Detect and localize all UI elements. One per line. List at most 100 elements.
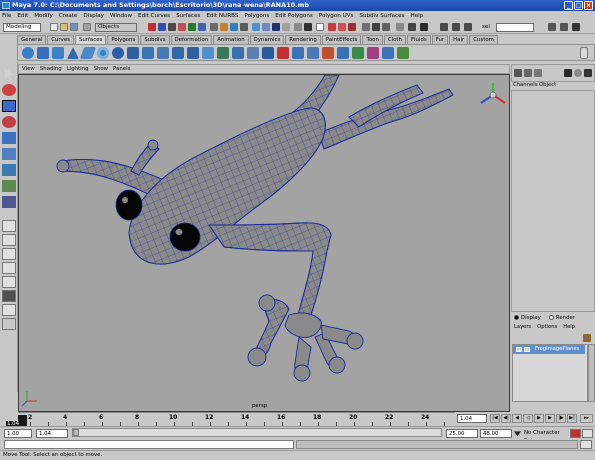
channel-box-icon-4[interactable] [564, 69, 572, 77]
quick-layout-icon-2[interactable] [452, 23, 460, 31]
auto-key-icon[interactable] [570, 429, 581, 438]
menu-subdiv-surfaces[interactable]: Subdiv Surfaces [359, 13, 404, 19]
channel-box-icon-1[interactable] [514, 69, 522, 77]
step-forward-key-button[interactable]: |▶ [556, 414, 566, 423]
move-tool-icon[interactable] [2, 100, 16, 112]
viewport-menu-shading[interactable]: Shading [40, 66, 62, 72]
layer-visibility-toggle[interactable] [516, 347, 522, 352]
menu-create[interactable]: Create [59, 13, 78, 19]
chevron-down-icon[interactable] [514, 431, 521, 437]
shelf-tab-cloth[interactable]: Cloth [383, 35, 406, 44]
quick-layout-icon-1[interactable] [440, 23, 448, 31]
render-radio[interactable] [548, 315, 554, 320]
pick-curves-icon[interactable] [178, 23, 186, 31]
channel-box-icon-5[interactable] [574, 69, 582, 77]
shelf-tab-hair[interactable]: Hair [449, 35, 469, 44]
four-pane-layout-icon[interactable] [2, 234, 16, 246]
attribute-editor-icon[interactable] [396, 23, 404, 31]
view-axis-gizmo[interactable] [480, 83, 506, 104]
channel-box-icon-2[interactable] [524, 69, 532, 77]
tool-settings-icon[interactable] [408, 23, 416, 31]
shelf-tab-curves[interactable]: Curves [47, 35, 74, 44]
untrim-icon[interactable] [307, 47, 319, 59]
render-layout-icon[interactable] [2, 290, 16, 302]
menu-edit-nurbs[interactable]: Edit NURBS [206, 13, 238, 19]
command-input[interactable] [4, 440, 294, 449]
shelf-tab-animation[interactable]: Animation [213, 35, 249, 44]
square-surface-icon[interactable] [232, 47, 244, 59]
layer-list-scrollbar[interactable] [588, 344, 595, 402]
history-icon[interactable] [304, 23, 312, 31]
layer-help-menu[interactable]: Help [563, 324, 575, 330]
rotate-tool-icon[interactable] [2, 116, 16, 128]
snap-grid-icon[interactable] [252, 23, 260, 31]
perspective-viewport[interactable] [18, 74, 510, 412]
channel-box-icon-6[interactable] [584, 69, 592, 77]
outliner-layout-icon[interactable] [2, 248, 16, 260]
shelf-tab-rendering[interactable]: Rendering [285, 35, 321, 44]
menu-polygons[interactable]: Polygons [244, 13, 269, 19]
select-by-hierarchy-icon[interactable] [83, 23, 91, 31]
menu-modify[interactable]: Modify [34, 13, 53, 19]
make-live-icon[interactable] [294, 23, 302, 31]
shelf-tab-subdivs[interactable]: Subdivs [140, 35, 170, 44]
menu-surfaces[interactable]: Surfaces [176, 13, 200, 19]
show-tool-settings-icon[interactable] [560, 23, 568, 31]
ipr-render-icon[interactable] [338, 23, 346, 31]
boundary-icon[interactable] [217, 47, 229, 59]
pick-surfaces-icon[interactable] [188, 23, 196, 31]
insert-isoparm-icon[interactable] [352, 47, 364, 59]
birail-icon[interactable] [202, 47, 214, 59]
sculpt-surface-icon[interactable] [382, 47, 394, 59]
menu-file[interactable]: File [2, 13, 11, 19]
nurbs-cube-icon[interactable] [37, 47, 49, 59]
layer-type-toggle[interactable] [524, 347, 530, 352]
range-slider-track[interactable] [72, 428, 442, 437]
shelf-tab-general[interactable]: General [17, 35, 47, 44]
stitch-surface-icon[interactable] [397, 47, 409, 59]
play-forward-button[interactable]: ▶ [534, 414, 544, 423]
selection-field-input[interactable] [496, 23, 534, 32]
channels-tab[interactable]: Channels [513, 82, 538, 88]
nurbs-torus-icon[interactable] [97, 47, 109, 59]
show-attribute-editor-icon[interactable] [548, 23, 556, 31]
quick-layout-icon-3[interactable] [464, 23, 472, 31]
last-tool-icon[interactable] [2, 196, 16, 208]
start-time-field[interactable]: 1.00 [4, 429, 32, 438]
minimize-button[interactable]: _ [564, 1, 573, 10]
revolve-icon[interactable] [142, 47, 154, 59]
time-slider[interactable]: 2 4 6 8 10 12 14 16 18 20 22 24 [18, 412, 455, 427]
viewport-menu-lighting[interactable]: Lighting [67, 66, 89, 72]
nurbs-circle-icon[interactable] [112, 47, 124, 59]
select-mode-objects[interactable]: Objects [95, 23, 137, 32]
pick-rendering-icon[interactable] [220, 23, 228, 31]
shelf-tab-surfaces[interactable]: Surfaces [74, 35, 107, 44]
construction-history-icon[interactable] [362, 23, 370, 31]
snap-view-plane-icon[interactable] [282, 23, 290, 31]
menu-edit-curves[interactable]: Edit Curves [138, 13, 170, 19]
end-time-field[interactable]: 48.00 [480, 429, 512, 438]
menu-set-select[interactable]: Modeling [3, 23, 41, 32]
animation-preferences-icon[interactable] [582, 429, 593, 438]
single-pane-layout-icon[interactable] [2, 220, 16, 232]
lock-selection-icon[interactable] [240, 23, 248, 31]
shelf-tab-fluids[interactable]: Fluids [406, 35, 431, 44]
pick-dynamics-icon[interactable] [210, 23, 218, 31]
attach-surfaces-icon[interactable] [322, 47, 334, 59]
universal-manip-icon[interactable] [2, 148, 16, 160]
trim-tool-icon[interactable] [292, 47, 304, 59]
save-scene-icon[interactable] [70, 23, 78, 31]
pick-misc-icon[interactable] [230, 23, 238, 31]
layer-options-menu[interactable]: Options [537, 324, 557, 330]
output-ops-icon[interactable] [382, 23, 390, 31]
hypershade-layout-icon[interactable] [2, 276, 16, 288]
show-channel-box-icon[interactable] [572, 23, 580, 31]
nurbs-sphere-icon[interactable] [22, 47, 34, 59]
channel-box-icon[interactable] [420, 23, 428, 31]
nurbs-square-icon[interactable] [127, 47, 139, 59]
loft-icon[interactable] [157, 47, 169, 59]
shelf-tab-fur[interactable]: Fur [431, 35, 449, 44]
close-button[interactable]: × [584, 1, 593, 10]
script-editor-icon[interactable] [580, 440, 592, 449]
layer-row[interactable]: FrogImagePlanes [513, 345, 585, 354]
